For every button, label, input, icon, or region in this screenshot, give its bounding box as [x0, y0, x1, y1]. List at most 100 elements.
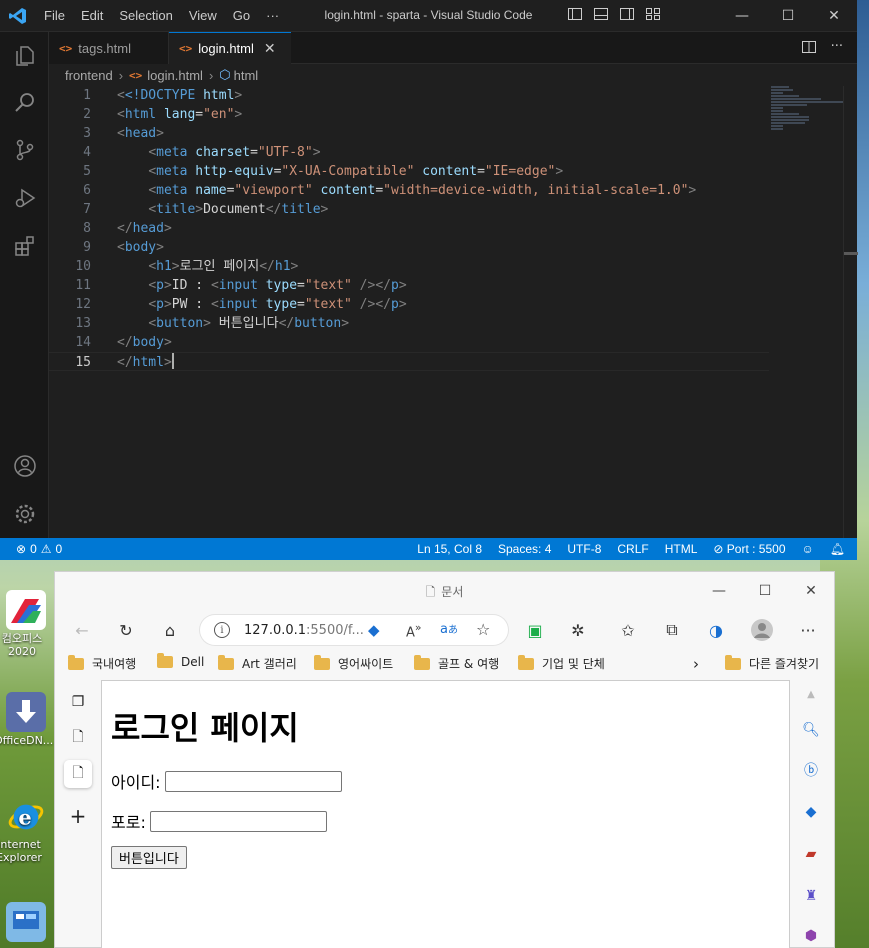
tag-coupon-icon[interactable]: ◆ — [368, 621, 380, 639]
scroll-up-icon[interactable]: ▲ — [799, 682, 823, 706]
tab-document-icon[interactable]: 🗋︎ — [64, 724, 92, 752]
favorite-label: Dell — [181, 655, 205, 669]
desktop-icon-hancom-office[interactable]: 컴오피스 2020 — [0, 590, 52, 658]
favorite-folder[interactable]: Dell — [157, 653, 205, 669]
search-icon[interactable]: 🔍︎ — [799, 718, 823, 742]
favorites-icon[interactable]: ✩ — [615, 618, 641, 642]
menu-selection[interactable]: Selection — [111, 8, 180, 23]
notifications-bell-icon[interactable]: 🔔︎ — [830, 542, 845, 556]
manage-gear-icon[interactable] — [0, 490, 49, 538]
close-icon[interactable]: ✕ — [788, 572, 834, 610]
source-control-icon[interactable] — [0, 126, 49, 174]
customize-layout-icon[interactable] — [645, 6, 661, 22]
menu-file[interactable]: File — [36, 8, 73, 23]
scrollbar-thumb[interactable] — [844, 252, 858, 255]
line-number: 9 — [83, 240, 91, 255]
site-info-icon[interactable]: i — [214, 622, 230, 638]
cursor-position[interactable]: Ln 15, Col 8 — [417, 542, 482, 556]
settings-more-icon[interactable]: ··· — [795, 618, 821, 642]
bing-chat-icon[interactable]: ⓑ — [799, 758, 823, 782]
minimize-icon[interactable]: — — [696, 572, 742, 610]
run-debug-icon[interactable] — [0, 174, 49, 222]
id-input[interactable] — [164, 770, 342, 792]
pw-input[interactable] — [149, 810, 327, 832]
collections-icon[interactable]: ⧉ — [659, 618, 685, 642]
vscode-logo-icon[interactable] — [0, 0, 36, 32]
favorite-folder[interactable]: 기업 및 단체 — [518, 654, 605, 672]
accounts-icon[interactable] — [0, 442, 49, 490]
tab-tags-html[interactable]: <> tags.html — [49, 32, 169, 64]
breadcrumb-symbol[interactable]: html — [234, 68, 259, 83]
close-tab-icon[interactable]: ✕ — [264, 40, 276, 57]
indentation[interactable]: Spaces: 4 — [498, 542, 551, 556]
toggle-secondary-sidebar-icon[interactable] — [619, 6, 635, 22]
address-bar[interactable]: i 127.0.0.1:5500/f... ◆ A» aあ ☆ — [200, 615, 508, 645]
add-favorite-icon[interactable]: ☆ — [476, 620, 490, 639]
maximize-icon[interactable]: ☐ — [742, 572, 788, 610]
edge-browser-icon[interactable]: ◑ — [703, 618, 729, 642]
problems-indicator[interactable]: ⊗ 0 ⚠ 0 — [16, 542, 62, 556]
menu-more[interactable]: ··· — [258, 8, 287, 23]
desktop-icon-officedn[interactable]: OfficeDN... — [0, 692, 53, 747]
encoding[interactable]: UTF-8 — [567, 542, 601, 556]
language-mode[interactable]: HTML — [665, 542, 698, 556]
chevron-right-icon[interactable]: › — [693, 655, 699, 673]
menu-go[interactable]: Go — [225, 8, 258, 23]
status-right: Ln 15, Col 8 Spaces: 4 UTF-8 CRLF HTML ⊘… — [417, 542, 845, 556]
refresh-icon[interactable]: ↻ — [113, 618, 139, 642]
games-icon[interactable]: ♜ — [799, 884, 823, 908]
back-arrow-icon[interactable]: ← — [69, 618, 95, 642]
favorite-folder[interactable]: Art 갤러리 — [218, 654, 297, 672]
extensions-puzzle-icon[interactable]: ✲ — [565, 618, 591, 642]
menu-view[interactable]: View — [181, 8, 225, 23]
tab-login-html[interactable]: <> login.html ✕ — [169, 32, 291, 64]
submit-button[interactable]: 버튼입니다 — [111, 846, 187, 869]
more-actions-icon[interactable]: ··· — [831, 39, 843, 55]
favorite-folder[interactable]: 영어싸이트 — [314, 654, 393, 672]
toggle-primary-sidebar-icon[interactable] — [567, 6, 583, 22]
html-file-icon: <> — [179, 42, 193, 55]
line-number: 7 — [83, 202, 91, 217]
line-number: 5 — [83, 164, 91, 179]
desktop-icon-internet-explorer[interactable]: e Internet Explorer — [0, 796, 52, 864]
favorite-folder[interactable]: 국내여행 — [68, 654, 136, 672]
home-icon[interactable]: ⌂ — [157, 618, 183, 642]
maximize-icon[interactable]: ☐ — [765, 0, 811, 32]
close-icon[interactable]: ✕ — [811, 0, 857, 32]
translate-icon[interactable]: aあ — [440, 621, 458, 637]
shopping-tag-icon[interactable]: ◆ — [799, 800, 823, 824]
extensions-icon[interactable] — [0, 222, 49, 270]
microsoft-365-icon[interactable]: ⬢ — [799, 924, 823, 948]
live-server-port[interactable]: ⊘ Port : 5500 — [713, 542, 785, 556]
minimize-icon[interactable]: — — [719, 0, 765, 32]
other-favorites-folder[interactable]: 다른 즐겨찾기 — [725, 654, 819, 672]
tab-actions-icon[interactable]: ❐ — [64, 688, 92, 716]
breadcrumb-folder[interactable]: frontend — [65, 68, 113, 83]
code-token: Document — [203, 202, 266, 217]
read-aloud-icon[interactable]: A» — [406, 621, 422, 640]
tab-document-active-icon[interactable]: 🗋︎ — [64, 760, 92, 788]
menu-edit[interactable]: Edit — [73, 8, 111, 23]
editor-actions: ··· — [801, 39, 843, 55]
editor-scrollbar[interactable] — [843, 86, 858, 538]
code-line: 3 <head> — [49, 124, 769, 143]
tools-briefcase-icon[interactable]: ▰ — [799, 842, 823, 866]
extension-green-icon[interactable]: ▣ — [522, 618, 548, 642]
minimap[interactable] — [763, 86, 843, 146]
breadcrumb-file[interactable]: login.html — [147, 68, 203, 83]
desktop-icon-control-panel[interactable] — [0, 902, 52, 944]
id-label: 아이디: — [111, 773, 161, 792]
code-editor[interactable]: 1 <<!DOCTYPE html> 2 <html lang="en"> 3 <he… — [49, 86, 858, 538]
feedback-icon[interactable]: ☺ — [802, 542, 814, 556]
favorite-folder[interactable]: 골프 & 여행 — [414, 654, 499, 672]
split-editor-icon[interactable] — [801, 39, 817, 55]
new-tab-plus-icon[interactable]: + — [64, 802, 92, 830]
line-number: 1 — [83, 88, 91, 103]
profile-avatar[interactable] — [749, 618, 775, 642]
end-of-line[interactable]: CRLF — [617, 542, 648, 556]
explorer-icon[interactable] — [0, 32, 49, 80]
line-number: 3 — [83, 126, 91, 141]
error-icon: ⊗ — [16, 542, 27, 556]
toggle-panel-icon[interactable] — [593, 6, 609, 22]
search-icon[interactable] — [0, 78, 49, 126]
